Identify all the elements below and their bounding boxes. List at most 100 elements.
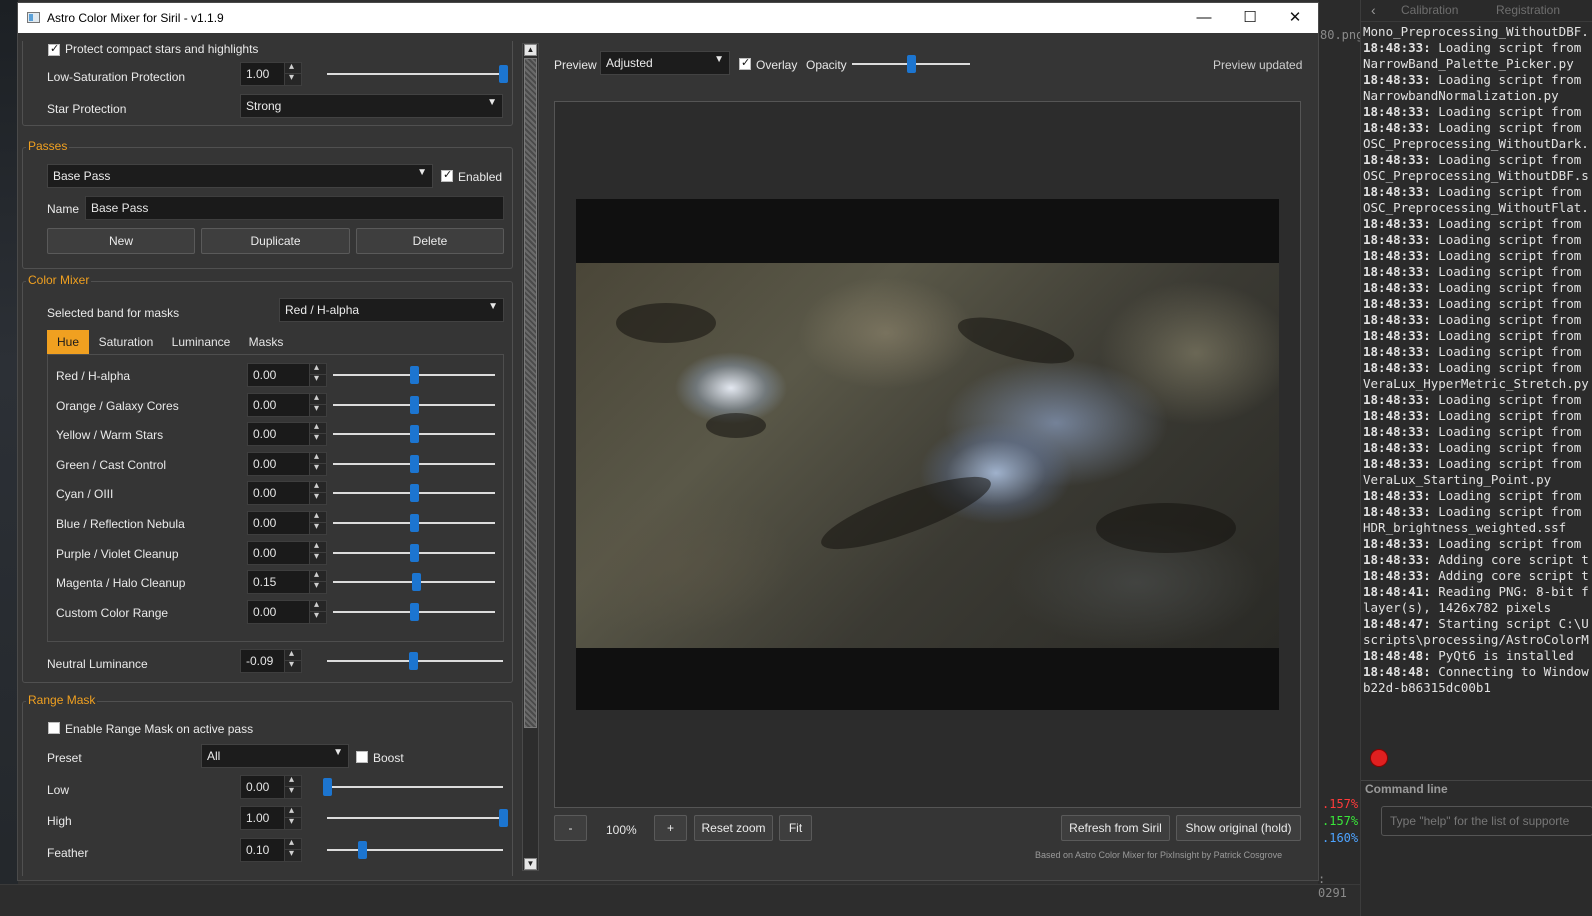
delete-pass-button[interactable]: Delete xyxy=(356,228,504,254)
spin-arrows[interactable] xyxy=(309,569,326,594)
spin-arrows[interactable] xyxy=(309,510,326,534)
hue-row-slider[interactable] xyxy=(333,365,495,385)
slider-handle[interactable] xyxy=(410,543,419,562)
scroll-up-icon[interactable]: ▲ xyxy=(524,44,537,56)
preset-selector[interactable]: All ▼ xyxy=(201,744,349,768)
maximize-button[interactable]: ☐ xyxy=(1227,3,1273,33)
spin-arrows[interactable] xyxy=(309,392,326,416)
neutral-luminance-slider[interactable] xyxy=(327,651,503,671)
slider-handle[interactable] xyxy=(499,809,508,827)
preview-canvas[interactable] xyxy=(554,101,1301,808)
zoom-out-button[interactable]: - xyxy=(554,815,587,841)
slider-handle[interactable] xyxy=(499,65,508,83)
slider-handle[interactable] xyxy=(410,602,419,621)
reset-zoom-button[interactable]: Reset zoom xyxy=(694,815,773,841)
fit-button[interactable]: Fit xyxy=(779,815,812,841)
slider-handle[interactable] xyxy=(410,484,419,503)
hue-row-spinbox[interactable]: 0.00 xyxy=(247,421,327,447)
record-icon[interactable] xyxy=(1371,750,1387,766)
tab-luminance[interactable]: Luminance xyxy=(163,330,239,354)
slider-handle[interactable] xyxy=(358,841,368,859)
hue-row-spinbox[interactable]: 0.00 xyxy=(247,392,327,417)
show-original-button[interactable]: Show original (hold) xyxy=(1176,815,1301,841)
tab-saturation[interactable]: Saturation xyxy=(91,330,161,354)
hue-row-slider[interactable] xyxy=(333,543,495,563)
spin-arrows[interactable] xyxy=(309,540,326,564)
spin-arrows[interactable] xyxy=(284,837,301,861)
scroll-down-icon[interactable]: ▼ xyxy=(524,858,537,870)
slider-handle[interactable] xyxy=(410,425,419,444)
low-sat-spinbox[interactable]: 1.00 xyxy=(240,61,302,86)
spin-arrows[interactable] xyxy=(284,648,301,672)
slider-handle[interactable] xyxy=(409,652,419,670)
tab-registration[interactable]: Registration xyxy=(1496,3,1560,17)
opacity-slider[interactable] xyxy=(852,54,970,74)
hue-row-spinbox[interactable]: 0.00 xyxy=(247,480,327,506)
log-line: 18:48:33: Loading script from xyxy=(1363,456,1592,472)
feather-spinbox[interactable]: 0.10 xyxy=(240,837,302,862)
low-spinbox[interactable]: 0.00 xyxy=(240,774,302,799)
log-line: VeraLux_HyperMetric_Stretch.py xyxy=(1363,376,1592,392)
tab-hue[interactable]: Hue xyxy=(47,330,89,354)
refresh-from-siril-button[interactable]: Refresh from Siril xyxy=(1061,815,1170,841)
hue-row-slider[interactable] xyxy=(333,483,495,503)
hue-row-spinbox[interactable]: 0.15 xyxy=(247,569,327,595)
close-button[interactable]: ✕ xyxy=(1272,3,1318,33)
hue-row-label: Cyan / OIII xyxy=(56,487,114,502)
tab-calibration[interactable]: Calibration xyxy=(1401,3,1458,17)
nebula-image[interactable] xyxy=(576,263,1279,648)
hue-row-spinbox[interactable]: 0.00 xyxy=(247,510,327,535)
minimize-button[interactable]: — xyxy=(1181,3,1227,33)
star-protection-combo[interactable]: Strong ▼ xyxy=(240,94,503,118)
enable-range-mask-checkbox[interactable] xyxy=(48,722,60,734)
chevron-left-icon[interactable]: ‹ xyxy=(1371,2,1376,18)
new-pass-button[interactable]: New xyxy=(47,228,195,254)
low-slider[interactable] xyxy=(323,777,503,797)
band-selector[interactable]: Red / H-alpha ▼ xyxy=(279,298,504,322)
settings-scrollbar[interactable]: ▲ ▼ xyxy=(522,43,539,871)
duplicate-pass-button[interactable]: Duplicate xyxy=(201,228,350,254)
slider-handle[interactable] xyxy=(410,395,419,414)
boost-checkbox[interactable] xyxy=(356,751,368,763)
high-slider[interactable] xyxy=(327,808,508,828)
hue-row-slider[interactable] xyxy=(333,454,495,474)
pass-enabled-checkbox[interactable] xyxy=(441,168,453,182)
low-sat-slider[interactable] xyxy=(327,64,508,84)
slider-handle[interactable] xyxy=(410,454,419,473)
hue-row-spinbox[interactable]: 0.00 xyxy=(247,451,327,476)
zoom-in-button[interactable]: + xyxy=(654,815,687,841)
spin-arrows[interactable] xyxy=(309,451,326,475)
spin-arrows[interactable] xyxy=(309,362,326,386)
hue-row-slider[interactable] xyxy=(333,424,495,444)
spin-arrows[interactable] xyxy=(284,774,301,798)
command-line-input[interactable]: Type "help" for the list of supporte xyxy=(1381,806,1592,836)
hue-row-slider[interactable] xyxy=(333,395,495,415)
slider-handle[interactable] xyxy=(410,366,419,384)
spin-arrows[interactable] xyxy=(309,421,326,446)
settings-scroll-panel[interactable]: Protect compact stars and highlights Low… xyxy=(22,41,540,876)
scrollbar-thumb[interactable] xyxy=(524,58,537,728)
hue-row-spinbox[interactable]: 0.00 xyxy=(247,362,327,387)
slider-handle[interactable] xyxy=(323,778,332,796)
tab-masks[interactable]: Masks xyxy=(241,330,291,354)
pass-selector[interactable]: Base Pass ▼ xyxy=(47,164,433,188)
hue-row-slider[interactable] xyxy=(333,602,495,622)
slider-handle[interactable] xyxy=(907,55,916,73)
spin-arrows[interactable] xyxy=(284,805,301,829)
slider-handle[interactable] xyxy=(410,514,419,532)
overlay-checkbox[interactable] xyxy=(739,56,751,70)
hue-row-slider[interactable] xyxy=(333,572,495,592)
hue-row-slider[interactable] xyxy=(333,513,495,533)
spin-arrows[interactable] xyxy=(309,599,326,623)
protect-stars-checkbox[interactable] xyxy=(48,42,60,56)
feather-slider[interactable] xyxy=(327,840,503,860)
hue-row-spinbox[interactable]: 0.00 xyxy=(247,540,327,565)
spin-arrows[interactable] xyxy=(284,61,301,85)
neutral-luminance-spinbox[interactable]: -0.09 xyxy=(240,648,302,673)
hue-row-spinbox[interactable]: 0.00 xyxy=(247,599,327,624)
pass-name-field[interactable]: Base Pass xyxy=(85,196,504,220)
preview-mode-selector[interactable]: Adjusted ▼ xyxy=(600,51,730,75)
spin-arrows[interactable] xyxy=(309,480,326,505)
slider-handle[interactable] xyxy=(411,573,421,592)
high-spinbox[interactable]: 1.00 xyxy=(240,805,302,830)
